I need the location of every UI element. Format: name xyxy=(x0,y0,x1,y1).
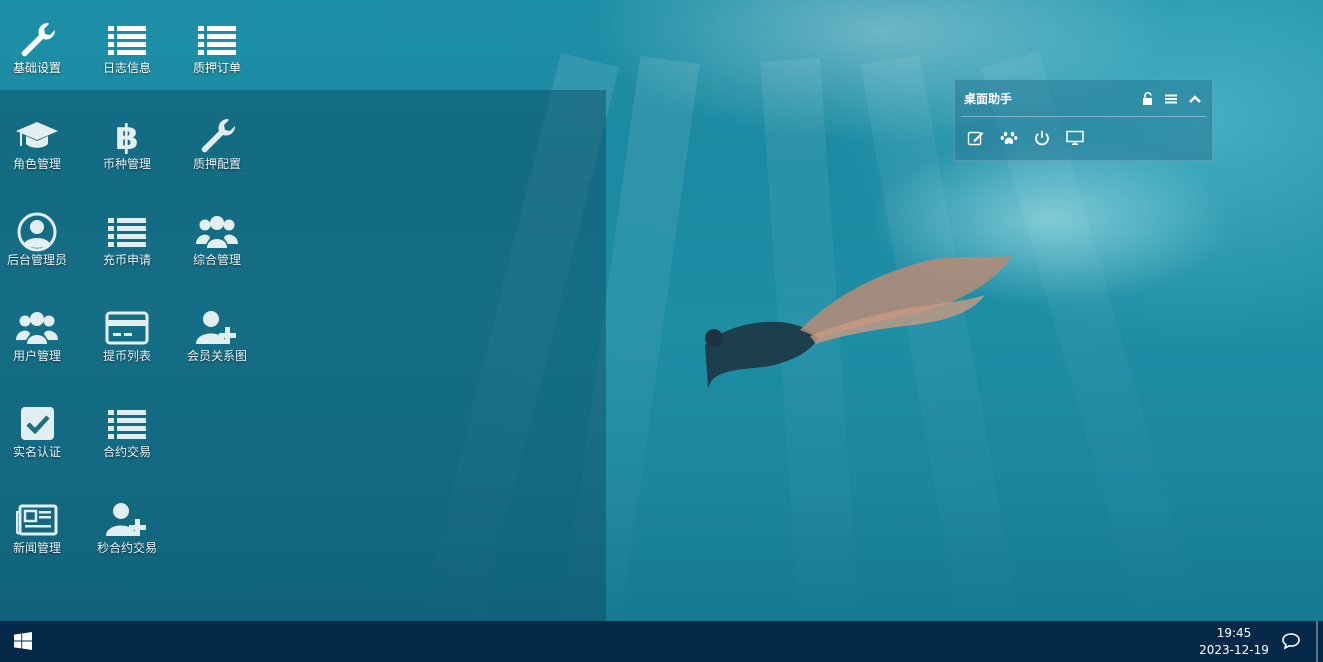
newspaper-icon xyxy=(15,500,59,540)
windows-icon[interactable] xyxy=(14,632,32,650)
diver-illustration xyxy=(705,256,1012,388)
users-icon xyxy=(15,308,59,348)
desktop-icon-contract-trading[interactable]: 合约交易 xyxy=(87,396,167,476)
clock-time: 19:45 xyxy=(1216,626,1252,640)
list-icon xyxy=(105,20,149,60)
list-icon xyxy=(105,404,149,444)
desktop-icon-label: 币种管理 xyxy=(102,157,151,171)
desktop-icon-withdraw-list[interactable]: 提币列表 xyxy=(87,300,167,380)
desktop-icon-pledge-orders[interactable]: 质押订单 xyxy=(177,12,257,92)
show-desktop-button[interactable] xyxy=(1316,621,1318,662)
desktop-icon-label: 基础设置 xyxy=(12,61,61,75)
desktop-icon-general-management[interactable]: 综合管理 xyxy=(177,204,257,284)
unlock-icon[interactable] xyxy=(1141,91,1155,105)
desktop-icon-news-management[interactable]: 新闻管理 xyxy=(0,492,77,572)
desktop-icon-label: 会员关系图 xyxy=(186,349,247,363)
svg-text:฿: ฿ xyxy=(115,118,139,156)
desktop-icon-basic-settings[interactable]: 基础设置 xyxy=(0,12,77,92)
menu-icon[interactable] xyxy=(1164,91,1178,105)
desktop-icon-log-info[interactable]: 日志信息 xyxy=(87,12,167,92)
graduation-cap-icon xyxy=(15,116,59,156)
check-square-icon xyxy=(15,404,59,444)
assistant-toolbar xyxy=(967,130,1094,149)
user-plus-icon xyxy=(105,500,149,540)
desktop-icon-label: 用户管理 xyxy=(12,349,61,363)
desktop-icon-member-tree[interactable]: 会员关系图 xyxy=(177,300,257,380)
desktop-icon-label: 后台管理员 xyxy=(6,253,67,267)
assistant-header: 桌面助手 xyxy=(961,80,1206,117)
desktop-icon-currency-management[interactable]: ฿ 币种管理 xyxy=(87,108,167,188)
desktop-icon-label: 质押订单 xyxy=(192,61,241,75)
desktop-icon-label: 秒合约交易 xyxy=(96,541,157,555)
taskbar-clock[interactable]: 19:45 2023-12-19 xyxy=(1196,625,1272,659)
edit-icon[interactable] xyxy=(967,130,985,146)
bitcoin-icon: ฿ xyxy=(105,116,149,158)
desktop-icon-second-contract-trading[interactable]: 秒合约交易 xyxy=(87,492,167,572)
wrench-icon xyxy=(195,116,239,156)
desktop-assistant-widget: 桌面助手 xyxy=(954,79,1213,161)
list-icon xyxy=(195,20,239,60)
user-circle-icon xyxy=(15,212,59,252)
list-icon xyxy=(105,212,149,252)
desktop-icon-label: 综合管理 xyxy=(192,253,241,267)
desktop-icon-user-management[interactable]: 用户管理 xyxy=(0,300,77,380)
chevron-up-icon[interactable] xyxy=(1188,91,1202,105)
user-plus-icon xyxy=(195,308,239,348)
desktop-icon-deposit-requests[interactable]: 充币申请 xyxy=(87,204,167,284)
desktop-icon-label: 日志信息 xyxy=(102,61,151,75)
desktop-icon-role-management[interactable]: 角色管理 xyxy=(0,108,77,188)
desktop-icon-label: 新闻管理 xyxy=(12,541,61,555)
chat-bubble-icon[interactable] xyxy=(1281,631,1301,651)
desktop-icon-label: 质押配置 xyxy=(192,157,241,171)
users-icon xyxy=(195,212,239,252)
desktop-icon-label: 提币列表 xyxy=(102,349,151,363)
desktop-icon-label: 合约交易 xyxy=(102,445,151,459)
monitor-icon[interactable] xyxy=(1066,130,1085,146)
wrench-icon xyxy=(15,20,59,60)
desktop-icon-label: 充币申请 xyxy=(102,253,151,267)
desktop-icon-real-name-auth[interactable]: 实名认证 xyxy=(0,396,77,476)
clock-date: 2023-12-19 xyxy=(1199,643,1269,657)
power-icon[interactable] xyxy=(1033,130,1051,146)
desktop-icon-admins[interactable]: 后台管理员 xyxy=(0,204,77,284)
paw-icon[interactable] xyxy=(1000,130,1018,146)
credit-card-icon xyxy=(105,308,149,348)
desktop-icon-label: 角色管理 xyxy=(12,157,61,171)
taskbar: 19:45 2023-12-19 xyxy=(0,621,1323,662)
desktop-icon-pledge-config[interactable]: 质押配置 xyxy=(177,108,257,188)
desktop-icon-label: 实名认证 xyxy=(12,445,61,459)
assistant-title: 桌面助手 xyxy=(964,92,1013,106)
